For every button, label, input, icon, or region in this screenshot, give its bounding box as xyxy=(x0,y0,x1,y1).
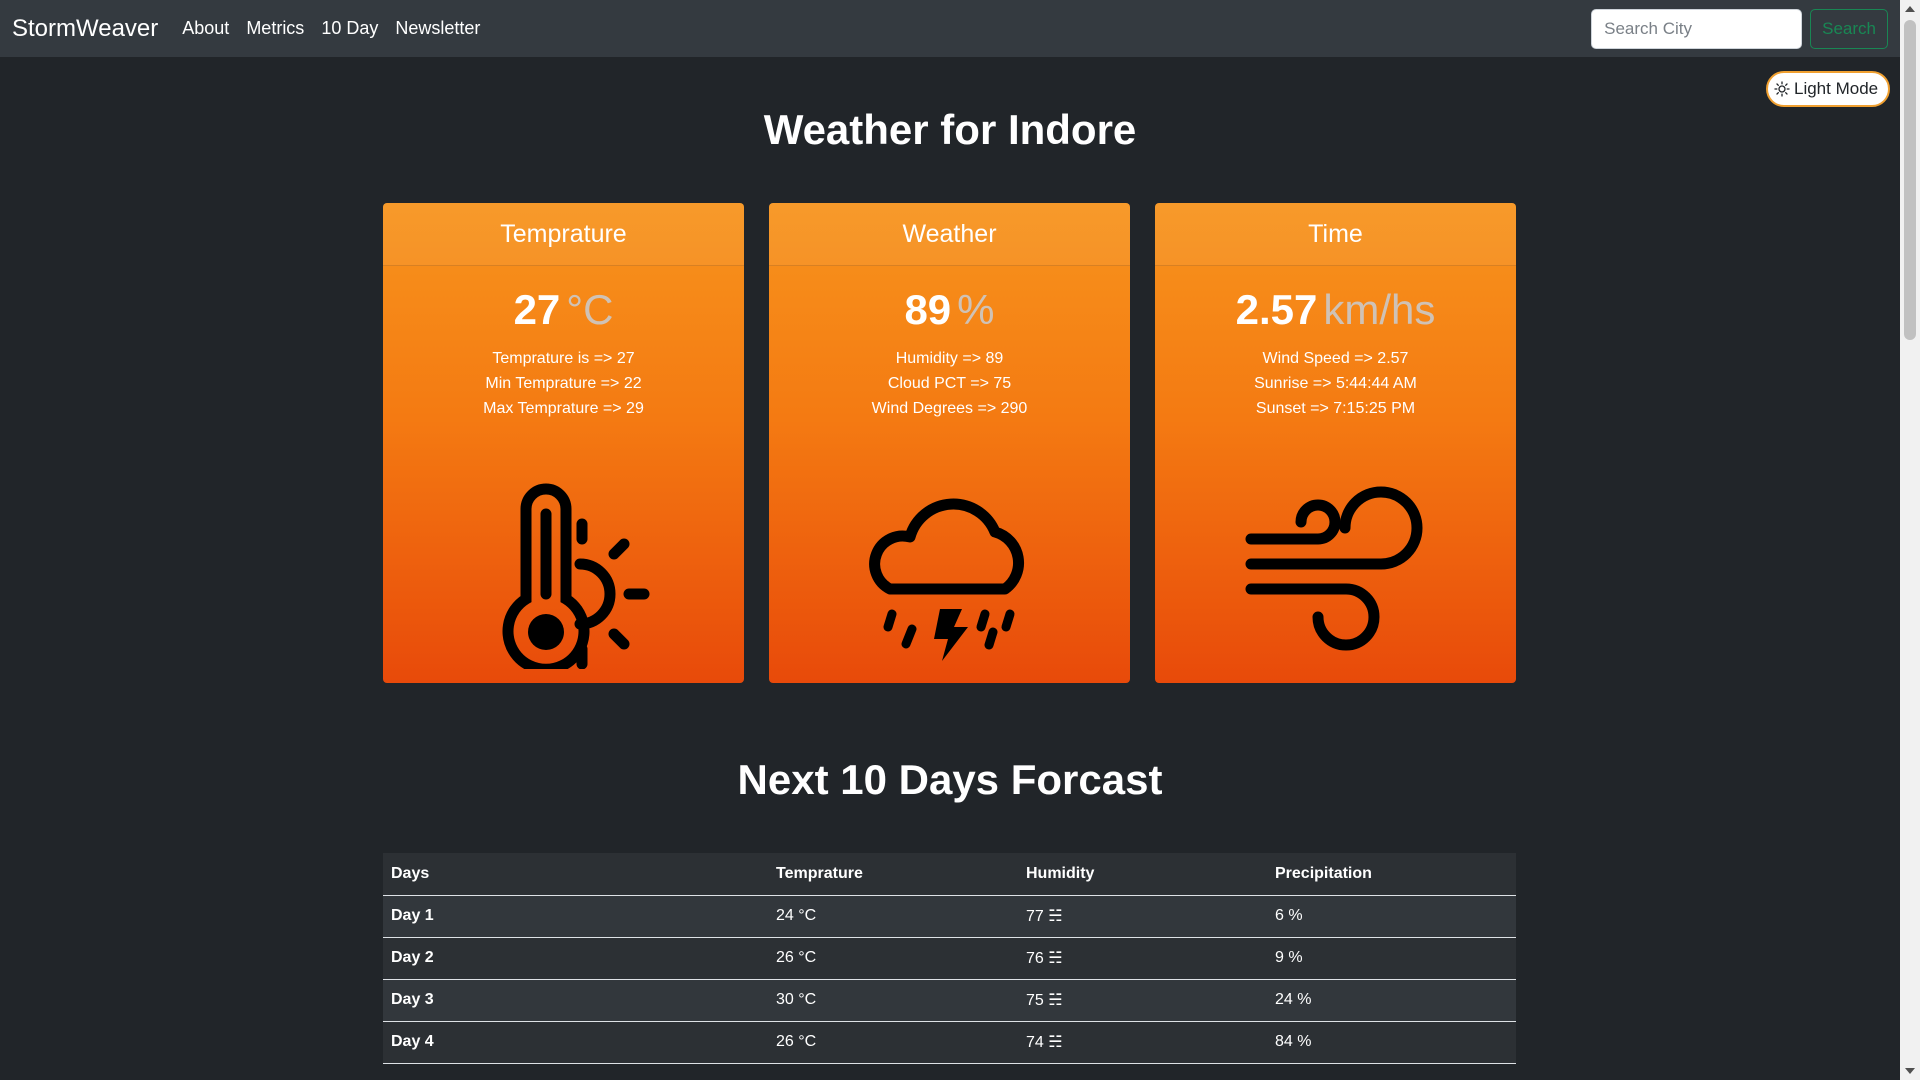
cell-day: Day 1 xyxy=(383,895,768,938)
card-detail-line: Humidity => 89 xyxy=(895,350,1004,367)
cell-temprature: 26 °C xyxy=(768,1021,1018,1064)
card-detail-line: Wind Degrees => 290 xyxy=(871,400,1028,417)
brand-logo[interactable]: StormWeaver xyxy=(12,15,158,43)
table-row: Day 1 24 °C 77 ☵ 6 % xyxy=(383,895,1516,938)
forecast-title: Next 10 Days Forcast xyxy=(737,756,1163,803)
light-mode-toggle[interactable]: Light Mode xyxy=(1766,71,1891,107)
humidity-value: 89 xyxy=(904,286,952,333)
wind-icon xyxy=(1245,486,1422,651)
light-mode-label: Light Mode xyxy=(1794,79,1879,98)
cell-precipitation: 6 % xyxy=(1267,895,1516,938)
cell-humidity: 77 ☵ xyxy=(1018,895,1267,938)
nav-link-about[interactable]: About xyxy=(182,18,229,39)
search-button[interactable]: Search xyxy=(1810,8,1888,49)
card-value: 2.57 km/hs xyxy=(1155,286,1516,334)
card-detail-line: Wind Speed => 2.57 xyxy=(1262,350,1409,367)
navbar: StormWeaver About Metrics 10 Day Newslet… xyxy=(0,0,1900,57)
card-header: Time xyxy=(1155,203,1516,266)
table-row: Day 4 26 °C 74 ☵ 84 % xyxy=(383,1021,1516,1064)
nav-link-newsletter[interactable]: Newsletter xyxy=(395,18,480,39)
card-detail-line: Sunrise => 5:44:44 AM xyxy=(1254,375,1417,392)
card-value: 27 °C xyxy=(383,286,744,334)
time-card: Time 2.57 km/hs Wind Speed => 2.57 Sunris… xyxy=(1155,203,1516,683)
sun-icon xyxy=(1774,81,1790,97)
search-form: Search xyxy=(1591,8,1888,49)
forecast-table: Days Temprature Humidity Precipitation D… xyxy=(383,853,1516,1064)
nav-link-metrics[interactable]: Metrics xyxy=(246,18,304,39)
wind-speed-unit: km/hs xyxy=(1323,286,1436,333)
cell-precipitation: 84 % xyxy=(1267,1021,1516,1064)
table-row: Day 2 26 °C 76 ☵ 9 % xyxy=(383,937,1516,980)
cell-humidity: 75 ☵ xyxy=(1018,979,1267,1022)
page-title: Weather for Indore xyxy=(763,106,1137,153)
cell-temprature: 26 °C xyxy=(768,937,1018,980)
wind-speed-value: 2.57 xyxy=(1235,286,1318,333)
temperature-card: Temprature 27 °C Temprature is => 27 Min … xyxy=(383,203,744,683)
weather-cards: Temprature 27 °C Temprature is => 27 Min … xyxy=(383,203,1516,683)
cell-humidity: 76 ☵ xyxy=(1018,937,1267,980)
card-details: Wind Speed => 2.57 Sunrise => 5:44:44 AM… xyxy=(1155,346,1516,421)
nav-link-10-day[interactable]: 10 Day xyxy=(321,18,378,39)
scrollbar-thumb[interactable] xyxy=(1904,20,1916,340)
card-header: Weather xyxy=(769,203,1130,266)
table-header-row: Days Temprature Humidity Precipitation xyxy=(383,853,1516,896)
card-detail-line: Cloud PCT => 75 xyxy=(887,375,1012,392)
column-header-days: Days xyxy=(383,853,768,896)
card-details: Humidity => 89 Cloud PCT => 75 Wind Degr… xyxy=(769,346,1130,421)
column-header-temprature: Temprature xyxy=(768,853,1018,896)
thermometer-sun-icon xyxy=(502,483,649,669)
storm-cloud-icon xyxy=(868,498,1024,661)
card-detail-line: Max Temprature => 29 xyxy=(483,400,644,417)
card-detail-line: Sunset => 7:15:25 PM xyxy=(1255,400,1416,417)
scroll-down-arrow-icon[interactable] xyxy=(1905,1068,1915,1074)
cell-temprature: 24 °C xyxy=(768,895,1018,938)
search-input[interactable] xyxy=(1591,8,1803,49)
card-value: 89% xyxy=(769,286,1130,334)
cell-day: Day 3 xyxy=(383,979,768,1022)
humidity-unit: % xyxy=(957,286,995,333)
cell-precipitation: 9 % xyxy=(1267,937,1516,980)
scroll-up-arrow-icon[interactable] xyxy=(1905,6,1915,12)
temperature-unit: °C xyxy=(566,286,614,333)
card-details: Temprature is => 27 Min Temprature => 22… xyxy=(383,346,744,421)
card-detail-line: Temprature is => 27 xyxy=(492,350,635,367)
cell-day: Day 4 xyxy=(383,1021,768,1064)
cell-temprature: 30 °C xyxy=(768,979,1018,1022)
temperature-value: 27 xyxy=(513,286,561,333)
column-header-precipitation: Precipitation xyxy=(1267,853,1516,896)
cell-precipitation: 24 % xyxy=(1267,979,1516,1022)
page-scrollbar[interactable] xyxy=(1900,0,1920,1080)
card-detail-line: Min Temprature => 22 xyxy=(485,375,642,392)
card-header: Temprature xyxy=(383,203,744,266)
weather-card: Weather 89% Humidity => 89 Cloud PCT => … xyxy=(769,203,1130,683)
cell-day: Day 2 xyxy=(383,937,768,980)
nav-links: About Metrics 10 Day Newsletter xyxy=(182,18,480,39)
table-row: Day 3 30 °C 75 ☵ 24 % xyxy=(383,979,1516,1022)
column-header-humidity: Humidity xyxy=(1018,853,1267,896)
cell-humidity: 74 ☵ xyxy=(1018,1021,1267,1064)
